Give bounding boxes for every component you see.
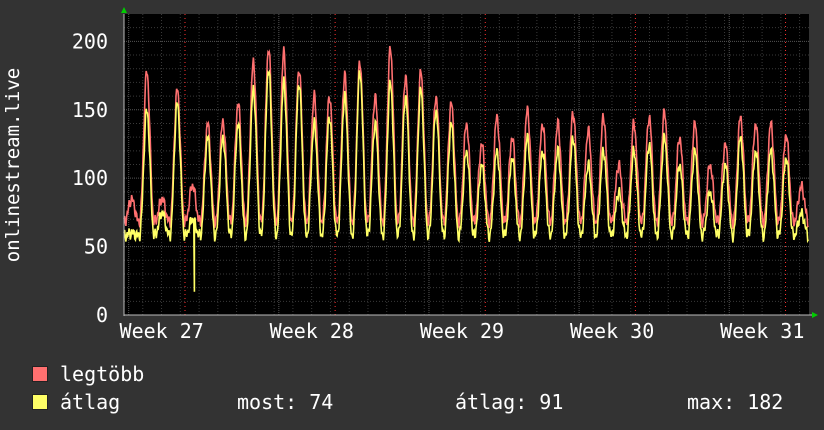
legend-item-legtobb: legtöbb [32, 362, 145, 386]
x-tick-label: Week 27 [120, 319, 204, 343]
y-tick-label: 200 [72, 29, 108, 53]
legend-swatch-atlag [32, 394, 48, 410]
x-axis-arrow-icon [812, 312, 818, 318]
y-axis-label: onlinestream.live [2, 68, 24, 262]
y-tick-label: 150 [72, 98, 108, 122]
x-tick-label: Week 31 [720, 319, 804, 343]
legend-label-legtobb: legtöbb [60, 362, 145, 386]
x-tick-label: Week 28 [270, 319, 354, 343]
y-tick-labels: 0 50 100 150 200 [72, 29, 108, 327]
stat-now: most: 74 [237, 390, 334, 414]
stat-average: átlag: 91 [455, 390, 564, 414]
x-tick-labels: Week 27 Week 28 Week 29 Week 30 Week 31 [120, 319, 805, 343]
y-axis-arrow-icon [121, 7, 127, 13]
legend-label-atlag: átlag [60, 390, 121, 414]
x-tick-label: Week 29 [420, 319, 504, 343]
y-tick-label: 0 [96, 303, 108, 327]
y-tick-label: 100 [72, 166, 108, 190]
stat-max: max: 182 [687, 390, 784, 414]
legend-swatch-legtobb [32, 366, 48, 382]
legend-item-atlag: átlag [32, 390, 121, 414]
y-tick-label: 50 [84, 235, 108, 259]
x-tick-label: Week 30 [570, 319, 654, 343]
